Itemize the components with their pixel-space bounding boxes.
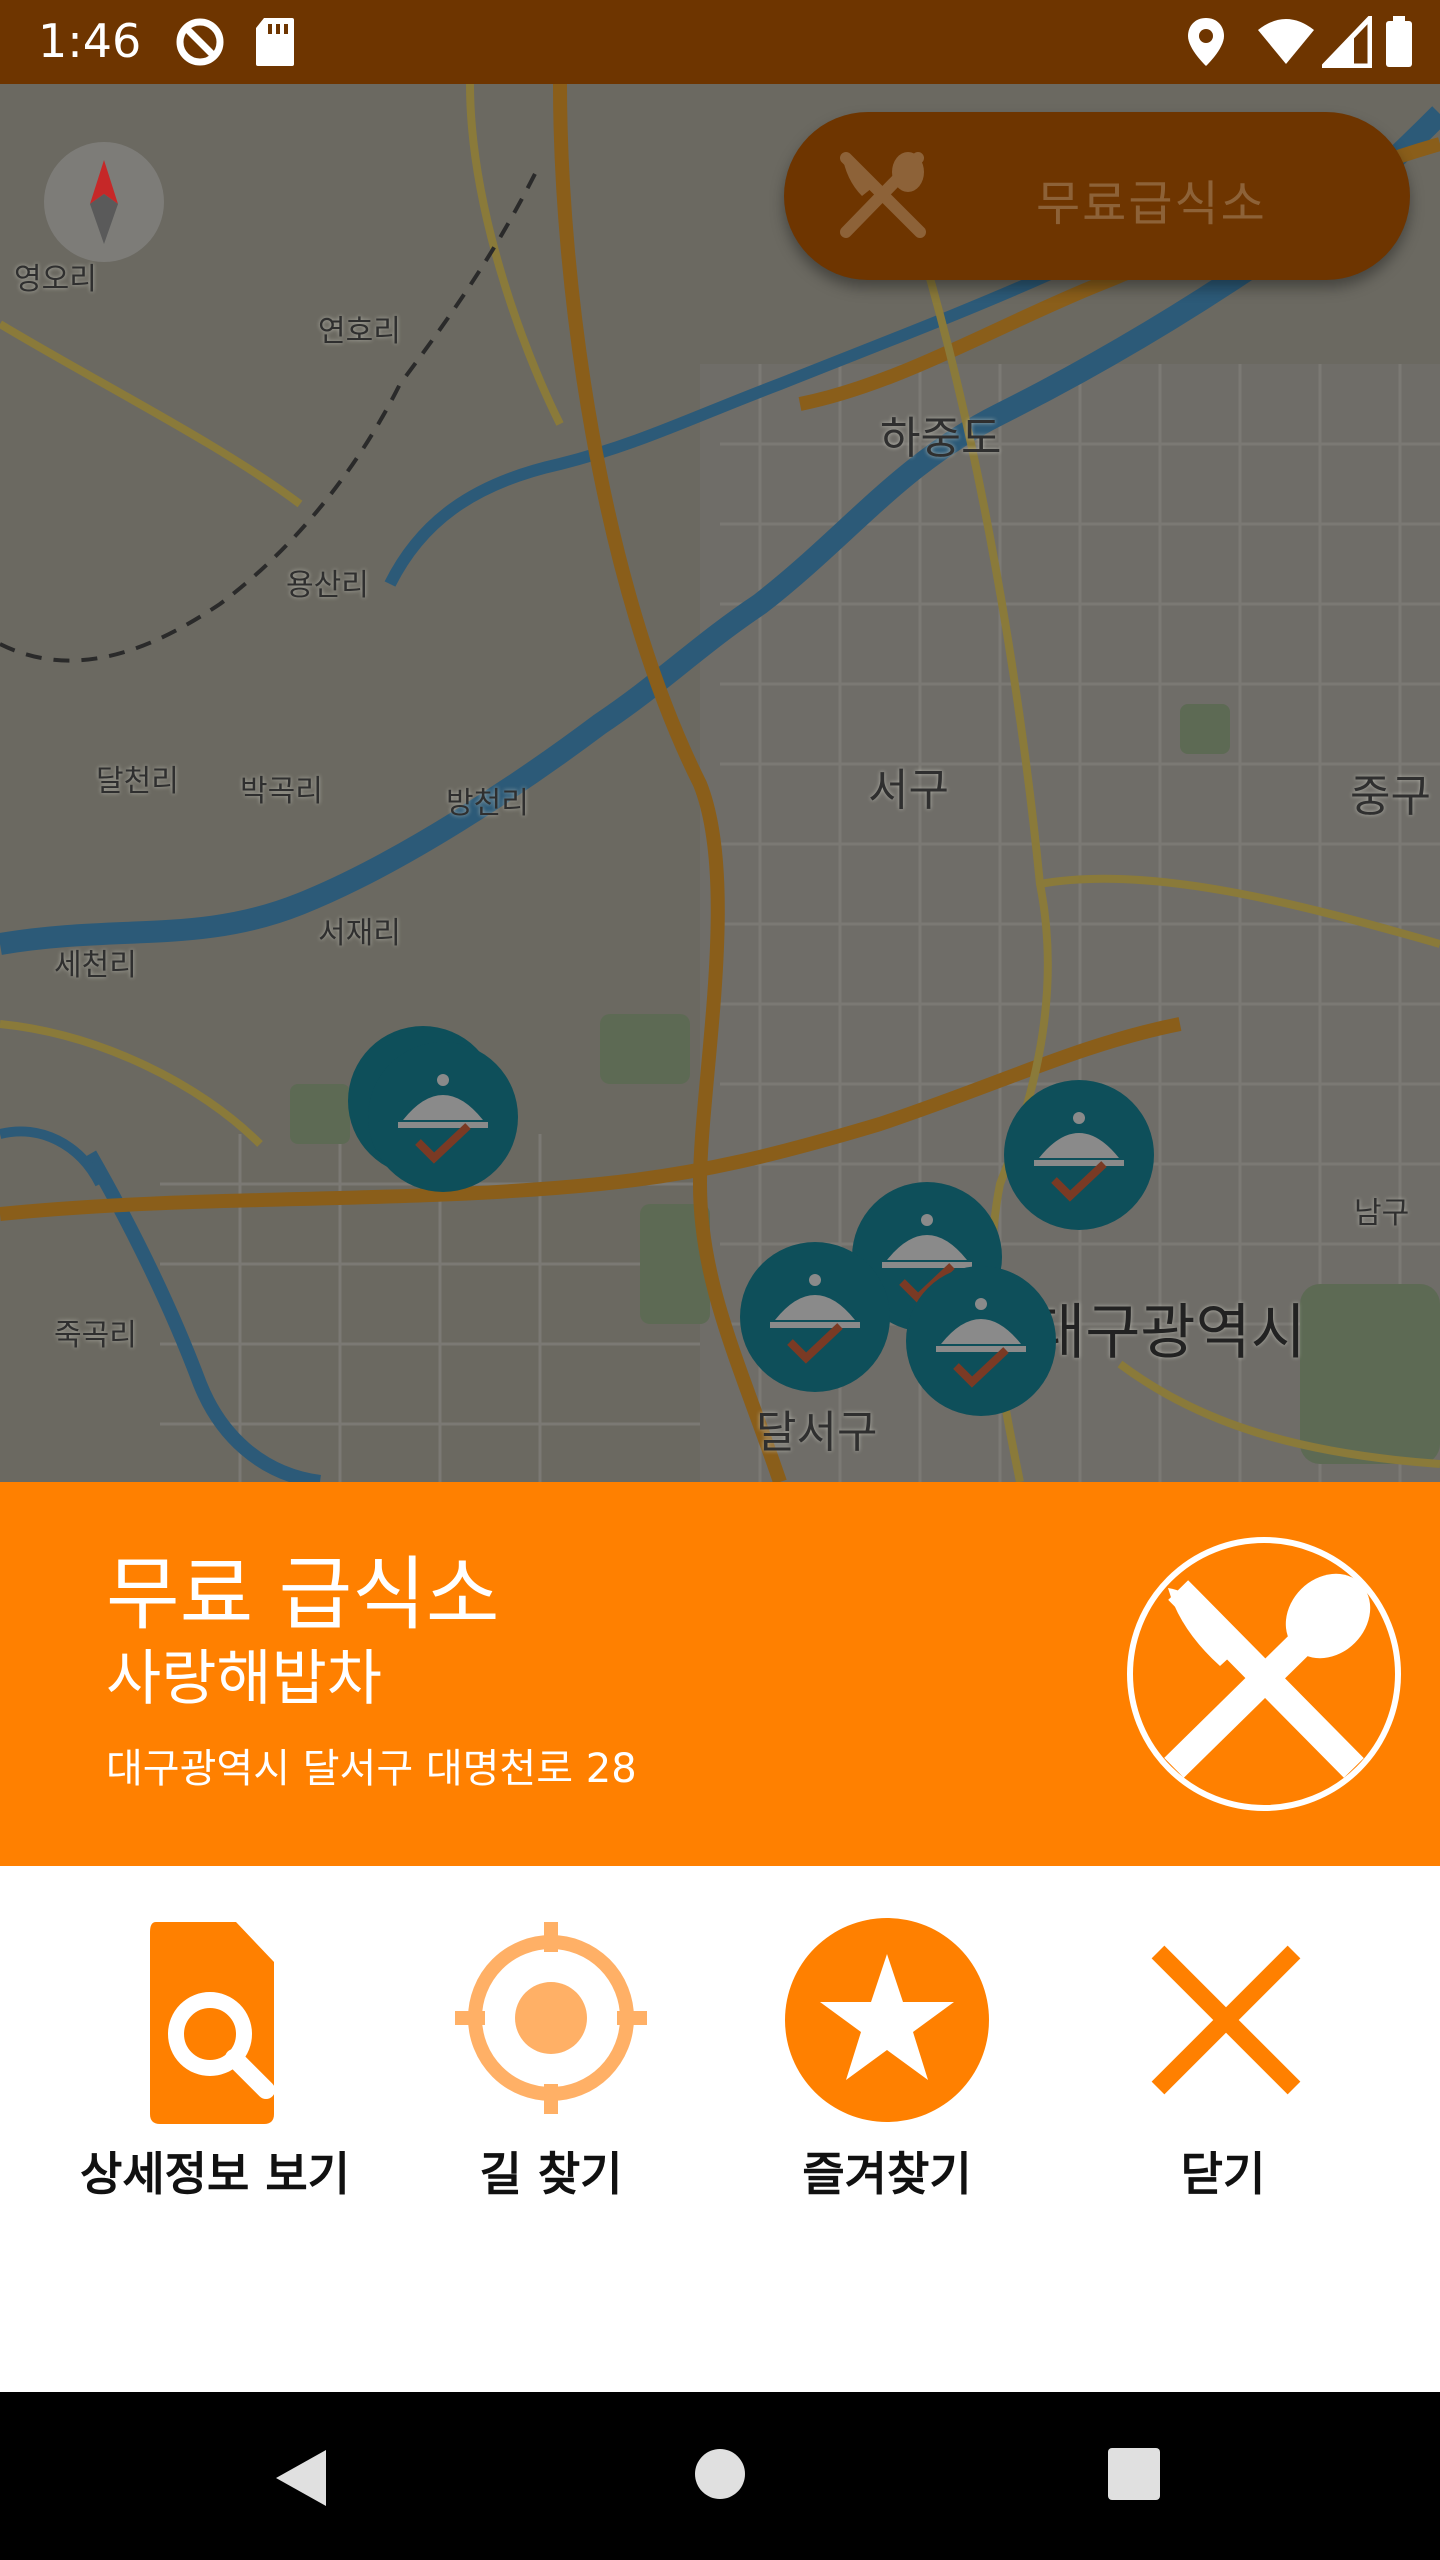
map-label: 영오리 [14,262,97,297]
utensils-icon [836,150,928,246]
category-filter-chip[interactable]: 무료급식소 [784,112,1410,280]
place-info-panel: 무료 급식소 사랑해밥차 대구광역시 달서구 대명천로 28 [0,1482,1440,1866]
food-cloche-check-icon [770,1274,860,1364]
map-label: 용산리 [286,568,369,603]
home-circle-icon[interactable] [692,2446,748,2506]
map-label: 중구 [1350,771,1431,822]
map-label: 죽곡리 [54,1318,137,1353]
favorite-button[interactable]: 즐겨찾기 [722,1918,1052,2218]
map-view[interactable]: 영오리 연호리 하중도 용산리 서구 중구 달천리 박곡리 방천리 서재리 세천… [0,84,1440,1482]
location-icon [1186,16,1226,72]
close-button[interactable]: 닫기 [1058,1918,1388,2218]
details-label: 상세정보 보기 [80,2147,350,2201]
system-nav-bar [0,2392,1440,2560]
close-icon [1151,1945,1301,2095]
food-cloche-check-icon [1034,1112,1124,1202]
map-label: 서구 [868,765,949,816]
status-time: 1:46 [38,14,142,68]
map-label: 남구 [1354,1196,1410,1231]
close-label: 닫기 [1180,2147,1266,2201]
recents-square-icon[interactable] [1106,2446,1162,2506]
map-label: 하중도 [880,413,1002,464]
sd-card-icon [254,16,296,72]
map-label: 연호리 [318,314,401,349]
no-disturb-icon [174,16,226,72]
document-search-icon [150,1922,275,2124]
back-triangle-icon[interactable] [270,2446,330,2514]
star-circle-icon [785,1918,989,2122]
action-sheet: 상세정보 보기 길 찾기 즐겨찾기 닫기 [0,1866,1440,2392]
directions-button[interactable]: 길 찾기 [386,1918,716,2218]
wifi-icon [1256,16,1316,72]
signal-icon [1318,11,1373,72]
map-label: 방천리 [446,786,529,821]
map-marker[interactable] [906,1266,1056,1416]
map-marker[interactable] [1004,1080,1154,1230]
map-label: 박곡리 [240,774,323,809]
map-label: 달천리 [96,764,179,799]
map-label: 서재리 [318,916,401,951]
compass-icon [90,160,118,244]
place-address: 대구광역시 달서구 대명천로 28 [106,1746,637,1792]
status-bar: 1:46 [0,0,1440,84]
map-marker[interactable] [368,1042,518,1192]
food-cloche-check-icon [936,1298,1026,1388]
place-name: 사랑해밥차 [106,1644,382,1714]
favorite-label: 즐겨찾기 [802,2147,972,2201]
crosshair-target-icon [455,1922,647,2114]
utensils-circle-icon [1124,1534,1404,1814]
food-cloche-check-icon [398,1074,488,1164]
details-button[interactable]: 상세정보 보기 [50,1918,380,2218]
compass-button[interactable] [44,142,164,262]
map-background [0,84,1440,1482]
category-filter-label: 무료급식소 [1036,176,1267,232]
battery-icon [1384,16,1414,72]
map-label: 세천리 [54,948,137,983]
map-label: 달서구 [756,1407,878,1458]
map-label: 대구광역시 [1030,1298,1306,1368]
map-marker[interactable] [740,1242,890,1392]
directions-label: 길 찾기 [479,2147,623,2201]
place-category: 무료 급식소 [106,1548,500,1641]
